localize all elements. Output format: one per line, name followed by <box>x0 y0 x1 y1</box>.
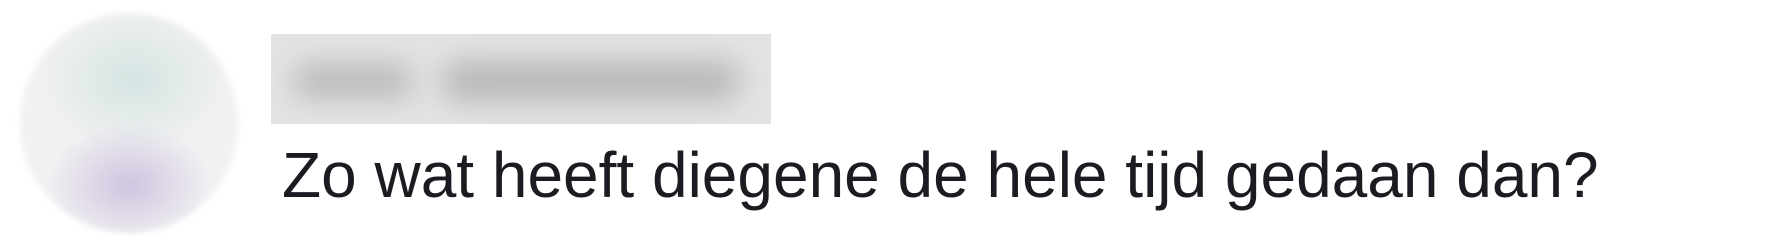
avatar[interactable] <box>20 13 238 233</box>
comment-text: Zo wat heeft diegene de hele tijd gedaan… <box>282 139 1599 211</box>
redaction-blob <box>293 64 413 98</box>
comment: Zo wat heeft diegene de hele tijd gedaan… <box>0 0 1778 246</box>
author-name-redacted <box>271 34 771 124</box>
redaction-blob <box>441 60 741 102</box>
